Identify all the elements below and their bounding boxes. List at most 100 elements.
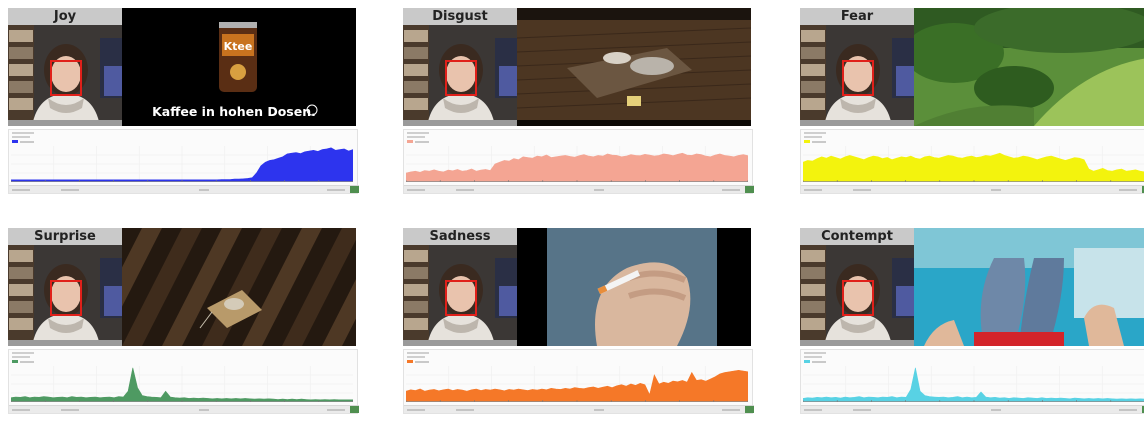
emotion-label: Fear bbox=[840, 9, 874, 24]
status-indicator bbox=[350, 186, 359, 193]
emotion-label: Contempt bbox=[821, 229, 893, 244]
chart-legend bbox=[804, 359, 826, 364]
graph-header-line bbox=[12, 136, 30, 138]
chart-legend bbox=[407, 139, 429, 144]
graph-header-line bbox=[804, 352, 826, 354]
status-field bbox=[1119, 409, 1137, 411]
stimulus-view bbox=[517, 228, 751, 346]
chart-plot-area bbox=[10, 146, 354, 183]
emotion-graph-window bbox=[8, 349, 359, 414]
status-field bbox=[61, 409, 79, 411]
webcam-view: Fear bbox=[800, 8, 914, 126]
stimulus-view bbox=[122, 228, 356, 346]
webcam-frame bbox=[403, 228, 517, 346]
emotion-chart bbox=[802, 146, 1144, 183]
status-field bbox=[804, 409, 822, 411]
stimulus-image bbox=[122, 228, 356, 346]
status-field bbox=[722, 189, 740, 191]
emotion-graph-window bbox=[800, 349, 1144, 414]
chart-plot-area bbox=[802, 366, 1144, 403]
graph-header-line bbox=[407, 132, 429, 134]
webcam-view: Joy bbox=[8, 8, 122, 126]
status-field bbox=[804, 189, 822, 191]
chart-plot-area bbox=[10, 366, 354, 403]
chart-plot-area bbox=[802, 146, 1144, 183]
emotion-chart bbox=[802, 366, 1144, 403]
emotion-chart bbox=[405, 366, 749, 403]
status-indicator bbox=[745, 186, 754, 193]
emotion-label: Surprise bbox=[34, 229, 96, 244]
graph-status-bar bbox=[801, 185, 1144, 193]
graph-header-line bbox=[804, 136, 822, 138]
graph-header-line bbox=[804, 356, 822, 358]
emotion-panel-contempt: Contempt bbox=[800, 228, 1144, 414]
stimulus-image bbox=[914, 8, 1144, 126]
stimulus-view bbox=[517, 8, 751, 126]
stimulus-image bbox=[517, 8, 751, 126]
chart-plot-area bbox=[405, 366, 749, 403]
webcam-view: Surprise bbox=[8, 228, 122, 346]
stimulus-view: Ktee Kaffee in hohen Dosen. bbox=[122, 8, 356, 126]
legend-text-placeholder bbox=[415, 360, 429, 363]
status-field bbox=[327, 189, 345, 191]
status-field bbox=[407, 189, 425, 191]
graph-header-line bbox=[407, 352, 429, 354]
status-field bbox=[1119, 189, 1137, 191]
emotion-label-bar: Contempt bbox=[800, 228, 914, 245]
graph-header-line bbox=[804, 132, 826, 134]
status-field bbox=[199, 409, 209, 411]
graph-status-bar bbox=[9, 185, 359, 193]
status-field bbox=[991, 189, 1001, 191]
ad-brand-text: Ktee bbox=[224, 40, 253, 53]
emotion-graph-window bbox=[8, 129, 359, 194]
emotion-label-bar: Disgust bbox=[403, 8, 517, 25]
legend-text-placeholder bbox=[20, 360, 34, 363]
chart-legend bbox=[407, 359, 429, 364]
emotion-chart bbox=[405, 146, 749, 183]
status-field bbox=[853, 189, 871, 191]
webcam-view: Disgust bbox=[403, 8, 517, 126]
emotion-label-bar: Fear bbox=[800, 8, 914, 25]
status-field bbox=[853, 409, 871, 411]
status-field bbox=[327, 409, 345, 411]
emotion-panel-sadness: Sadness bbox=[403, 228, 754, 414]
webcam-frame bbox=[403, 8, 517, 126]
graph-status-bar bbox=[801, 405, 1144, 413]
webcam-frame bbox=[8, 8, 122, 126]
series-area bbox=[405, 152, 749, 183]
emotion-chart bbox=[10, 146, 354, 183]
graph-status-bar bbox=[9, 405, 359, 413]
emotion-label-bar: Sadness bbox=[403, 228, 517, 245]
graph-header-line bbox=[12, 352, 34, 354]
legend-text-placeholder bbox=[415, 140, 429, 143]
chart-legend bbox=[12, 139, 34, 144]
legend-swatch bbox=[804, 360, 810, 364]
stimulus-view bbox=[914, 8, 1144, 126]
chart-plot-area bbox=[405, 146, 749, 183]
emotion-panel-joy: Joy Ktee Kaffee in hohen Dosen. bbox=[8, 8, 359, 194]
chart-legend bbox=[12, 359, 34, 364]
ad-slogan-text: Kaffee in hohen Dosen. bbox=[152, 104, 316, 119]
status-field bbox=[594, 189, 604, 191]
emotion-panel-disgust: Disgust bbox=[403, 8, 754, 194]
emotion-label: Sadness bbox=[429, 229, 491, 244]
status-field bbox=[722, 409, 740, 411]
webcam-frame bbox=[8, 228, 122, 346]
emotion-label-bar: Joy bbox=[8, 8, 122, 25]
webcam-frame bbox=[800, 228, 914, 346]
status-field bbox=[407, 409, 425, 411]
status-field bbox=[12, 409, 30, 411]
emotion-label-bar: Surprise bbox=[8, 228, 122, 245]
status-field bbox=[456, 189, 474, 191]
emotion-panel-fear: Fear bbox=[800, 8, 1144, 194]
graph-status-bar bbox=[404, 185, 754, 193]
legend-swatch bbox=[804, 140, 810, 144]
legend-text-placeholder bbox=[812, 140, 826, 143]
legend-swatch bbox=[407, 140, 413, 144]
status-field bbox=[61, 189, 79, 191]
webcam-view: Sadness bbox=[403, 228, 517, 346]
legend-swatch bbox=[407, 360, 413, 364]
graph-header-line bbox=[12, 132, 34, 134]
legend-text-placeholder bbox=[812, 360, 826, 363]
chart-legend bbox=[804, 139, 826, 144]
